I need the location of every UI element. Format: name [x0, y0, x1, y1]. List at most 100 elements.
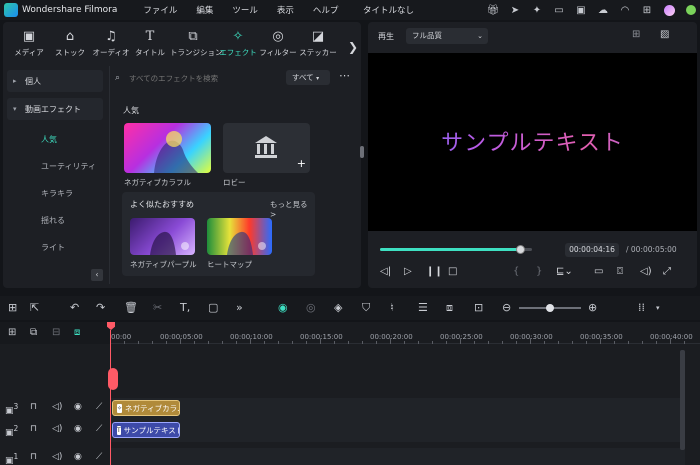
list-icon[interactable]: ☰ — [418, 301, 428, 314]
track-row[interactable] — [110, 420, 685, 442]
tab-sticker[interactable]: ◪ ステッカー — [298, 28, 338, 64]
effect-card[interactable]: + ロビー — [223, 123, 310, 188]
gift-icon[interactable]: 🎁︎ — [487, 4, 500, 16]
delete-icon[interactable]: 🗑︎ — [124, 301, 138, 314]
lightbulb-icon[interactable]: ✦ — [531, 4, 543, 16]
tab-transition[interactable]: ⧉ トランジション — [170, 28, 223, 64]
snap-icon[interactable]: ◉ — [278, 301, 288, 314]
menu-tools[interactable]: ツール — [232, 4, 258, 16]
collapse-sidebar-button[interactable]: ‹ — [91, 269, 103, 281]
preview-screen[interactable]: サンプルテキスト — [368, 53, 697, 231]
search-input[interactable] — [129, 73, 279, 83]
render-preview-icon[interactable]: ⊑⌄ — [556, 266, 573, 277]
effect-clip[interactable]: ✧ ネガティブカラ... — [112, 400, 180, 416]
display-icon[interactable]: ▭ — [594, 266, 603, 277]
zoom-handle[interactable] — [546, 304, 554, 312]
quality-dropdown[interactable]: フル品質 ⌄ — [406, 28, 488, 44]
zoom-out-icon[interactable]: ⊖ — [502, 301, 511, 314]
send-icon[interactable]: ➤ — [509, 4, 521, 16]
menu-edit[interactable]: 編集 — [196, 4, 213, 16]
tab-title[interactable]: T タイトル — [130, 28, 170, 64]
crop-icon[interactable]: ▢ — [208, 301, 218, 314]
select-tool-icon[interactable]: ⇱ — [30, 301, 39, 314]
eye-icon[interactable]: ◉ — [74, 424, 82, 434]
timeline-ruler[interactable]: 00:00 00:00:05:00 00:00:10:00 00:00:15:00 00… — [110, 322, 700, 344]
stop-icon[interactable]: □ — [448, 266, 457, 277]
grid-icon[interactable]: ⊞ — [641, 4, 653, 16]
mute-icon[interactable]: ⟋ — [96, 452, 102, 462]
mute-icon[interactable]: ⟋ — [96, 424, 102, 434]
unlink-icon[interactable]: ⊟ — [52, 327, 60, 338]
audio-icon[interactable]: ◁) — [52, 452, 62, 462]
subcategory-utility[interactable]: ユーティリティ — [7, 153, 103, 180]
subcategory-sparkle[interactable]: キラキラ — [7, 180, 103, 207]
playback-progress[interactable] — [380, 245, 532, 254]
audio-icon[interactable]: ◁) — [52, 424, 62, 434]
chevron-right-icon[interactable]: ❯ — [348, 40, 358, 54]
menu-file[interactable]: ファイル — [143, 4, 177, 16]
more-options-icon[interactable]: ⋯ — [339, 69, 350, 82]
fullscreen-icon[interactable]: ⤢ — [663, 266, 671, 277]
fit-icon[interactable]: ⊡ — [474, 301, 483, 314]
image-icon[interactable]: ▨ — [660, 29, 669, 40]
more-tools-icon[interactable]: » — [236, 301, 243, 314]
snapshot-icon[interactable]: ⌼ — [617, 266, 623, 277]
menu-view[interactable]: 表示 — [277, 4, 294, 16]
progress-handle[interactable] — [515, 245, 525, 254]
replace-icon[interactable]: ⧈ — [446, 301, 453, 315]
link-icon[interactable]: ⧉ — [30, 327, 37, 338]
add-credit-icon[interactable] — [685, 4, 697, 16]
microphone-icon[interactable]: ♮ — [390, 301, 394, 314]
headset-icon[interactable]: ◠ — [619, 4, 631, 16]
effect-card[interactable]: ネガティブカラフル — [124, 123, 211, 188]
eye-icon[interactable]: ◉ — [74, 402, 82, 412]
zoom-slider[interactable] — [519, 304, 581, 312]
effect-card[interactable]: ヒートマップ — [207, 218, 272, 270]
zoom-in-icon[interactable]: ⊕ — [588, 301, 597, 314]
mark-out-icon[interactable]: } — [536, 266, 542, 277]
subcategory-shake[interactable]: 揺れる — [7, 207, 103, 234]
mark-in-icon[interactable]: { — [513, 266, 519, 277]
track-row[interactable] — [110, 448, 685, 465]
save-icon[interactable]: ▣ — [575, 4, 587, 16]
pause-icon[interactable]: ❙❙ — [426, 266, 443, 277]
timeline-scrollbar[interactable] — [680, 350, 685, 450]
chevron-down-icon[interactable]: ▾ — [656, 304, 660, 312]
see-more-link[interactable]: もっと見る > — [270, 199, 315, 219]
add-icon[interactable]: + — [297, 157, 306, 170]
category-personal[interactable]: ▸ 個人 — [7, 70, 103, 92]
lock-icon[interactable]: ⊓ — [30, 424, 37, 434]
filter-dropdown[interactable]: すべて ▾ — [286, 70, 330, 85]
effect-card[interactable]: ネガティブパープル — [130, 218, 197, 270]
subcategory-popular[interactable]: 人気 — [7, 126, 103, 153]
add-track-icon[interactable]: ⊞ — [8, 327, 16, 338]
lock-icon[interactable]: ⊓ — [30, 402, 37, 412]
step-back-icon[interactable]: ◁| — [380, 266, 391, 277]
track-row[interactable] — [110, 398, 685, 420]
tab-stock[interactable]: ⌂ ストック — [50, 28, 90, 64]
tab-audio[interactable]: ♫ オーディオ — [91, 28, 131, 64]
current-time[interactable]: 00:00:04:16 — [565, 243, 619, 257]
ai-icon[interactable]: ◈ — [334, 301, 342, 314]
column-icon[interactable]: ⁞⁞ — [638, 301, 645, 314]
tab-media[interactable]: ▣ メディア — [9, 28, 49, 64]
audio-icon[interactable]: ◁) — [52, 402, 62, 412]
undo-icon[interactable]: ↶ — [70, 301, 79, 314]
playhead[interactable] — [110, 330, 111, 465]
screen-icon[interactable]: ▭ — [553, 4, 565, 16]
lock-icon[interactable]: ⊓ — [30, 452, 37, 462]
shield-icon[interactable]: ⛉ — [362, 301, 370, 315]
subcategory-light[interactable]: ライト — [7, 234, 103, 261]
text-clip[interactable]: T サンプルテキスト — [112, 422, 180, 438]
text-icon[interactable]: T, — [180, 301, 190, 314]
cloud-upload-icon[interactable]: ☁ — [597, 4, 609, 16]
mute-icon[interactable]: ⟋ — [96, 402, 102, 412]
magnet-icon[interactable]: ⧈ — [74, 327, 80, 338]
tab-effect[interactable]: ✧ エフェクト — [218, 28, 258, 64]
grid-view-icon[interactable]: ⊞ — [632, 29, 640, 40]
library-scrollbar[interactable] — [360, 146, 364, 158]
speed-icon[interactable]: ◎ — [306, 301, 316, 314]
eye-icon[interactable]: ◉ — [74, 452, 82, 462]
volume-icon[interactable]: ◁) — [640, 266, 652, 277]
avatar[interactable] — [663, 4, 675, 16]
